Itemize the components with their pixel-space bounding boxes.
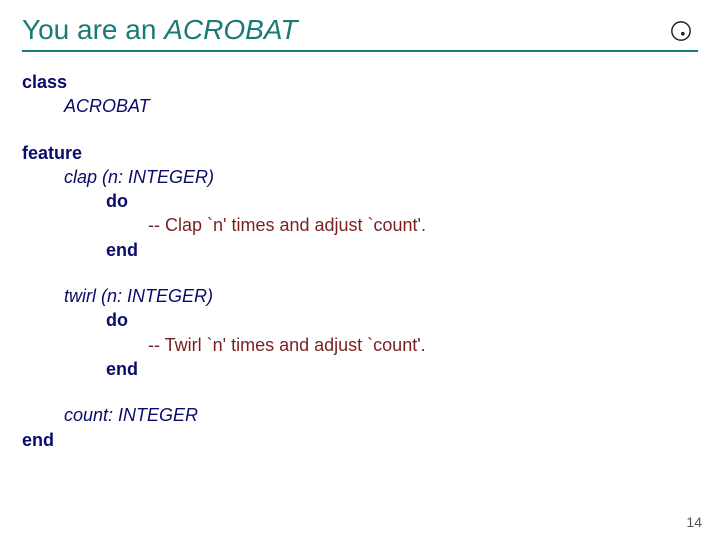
keyword-end: end (106, 359, 138, 379)
keyword-feature: feature (22, 143, 82, 163)
blank-line (22, 119, 698, 141)
keyword-end-class: end (22, 430, 54, 450)
title-underline (22, 50, 698, 52)
twirl-signature: twirl (n: INTEGER) (64, 286, 213, 306)
count-declaration: count: INTEGER (64, 405, 198, 425)
eiffel-logo-icon (670, 20, 692, 42)
blank-line (22, 262, 698, 284)
keyword-do: do (106, 310, 128, 330)
code-block: class ACROBAT feature clap (n: INTEGER) … (22, 70, 698, 452)
title-prefix: You are an (22, 14, 164, 45)
keyword-end: end (106, 240, 138, 260)
keyword-class: class (22, 72, 67, 92)
blank-line (22, 381, 698, 403)
slide-title: You are an ACROBAT (22, 14, 297, 46)
clap-signature: clap (n: INTEGER) (64, 167, 214, 187)
title-row: You are an ACROBAT (22, 14, 698, 46)
slide: You are an ACROBAT class ACROBAT feature… (0, 0, 720, 540)
page-number: 14 (686, 514, 702, 530)
title-class-name: ACROBAT (164, 14, 297, 45)
clap-comment: -- Clap `n' times and adjust `count'. (148, 215, 426, 235)
class-name: ACROBAT (64, 96, 150, 116)
twirl-comment: -- Twirl `n' times and adjust `count'. (148, 335, 426, 355)
keyword-do: do (106, 191, 128, 211)
